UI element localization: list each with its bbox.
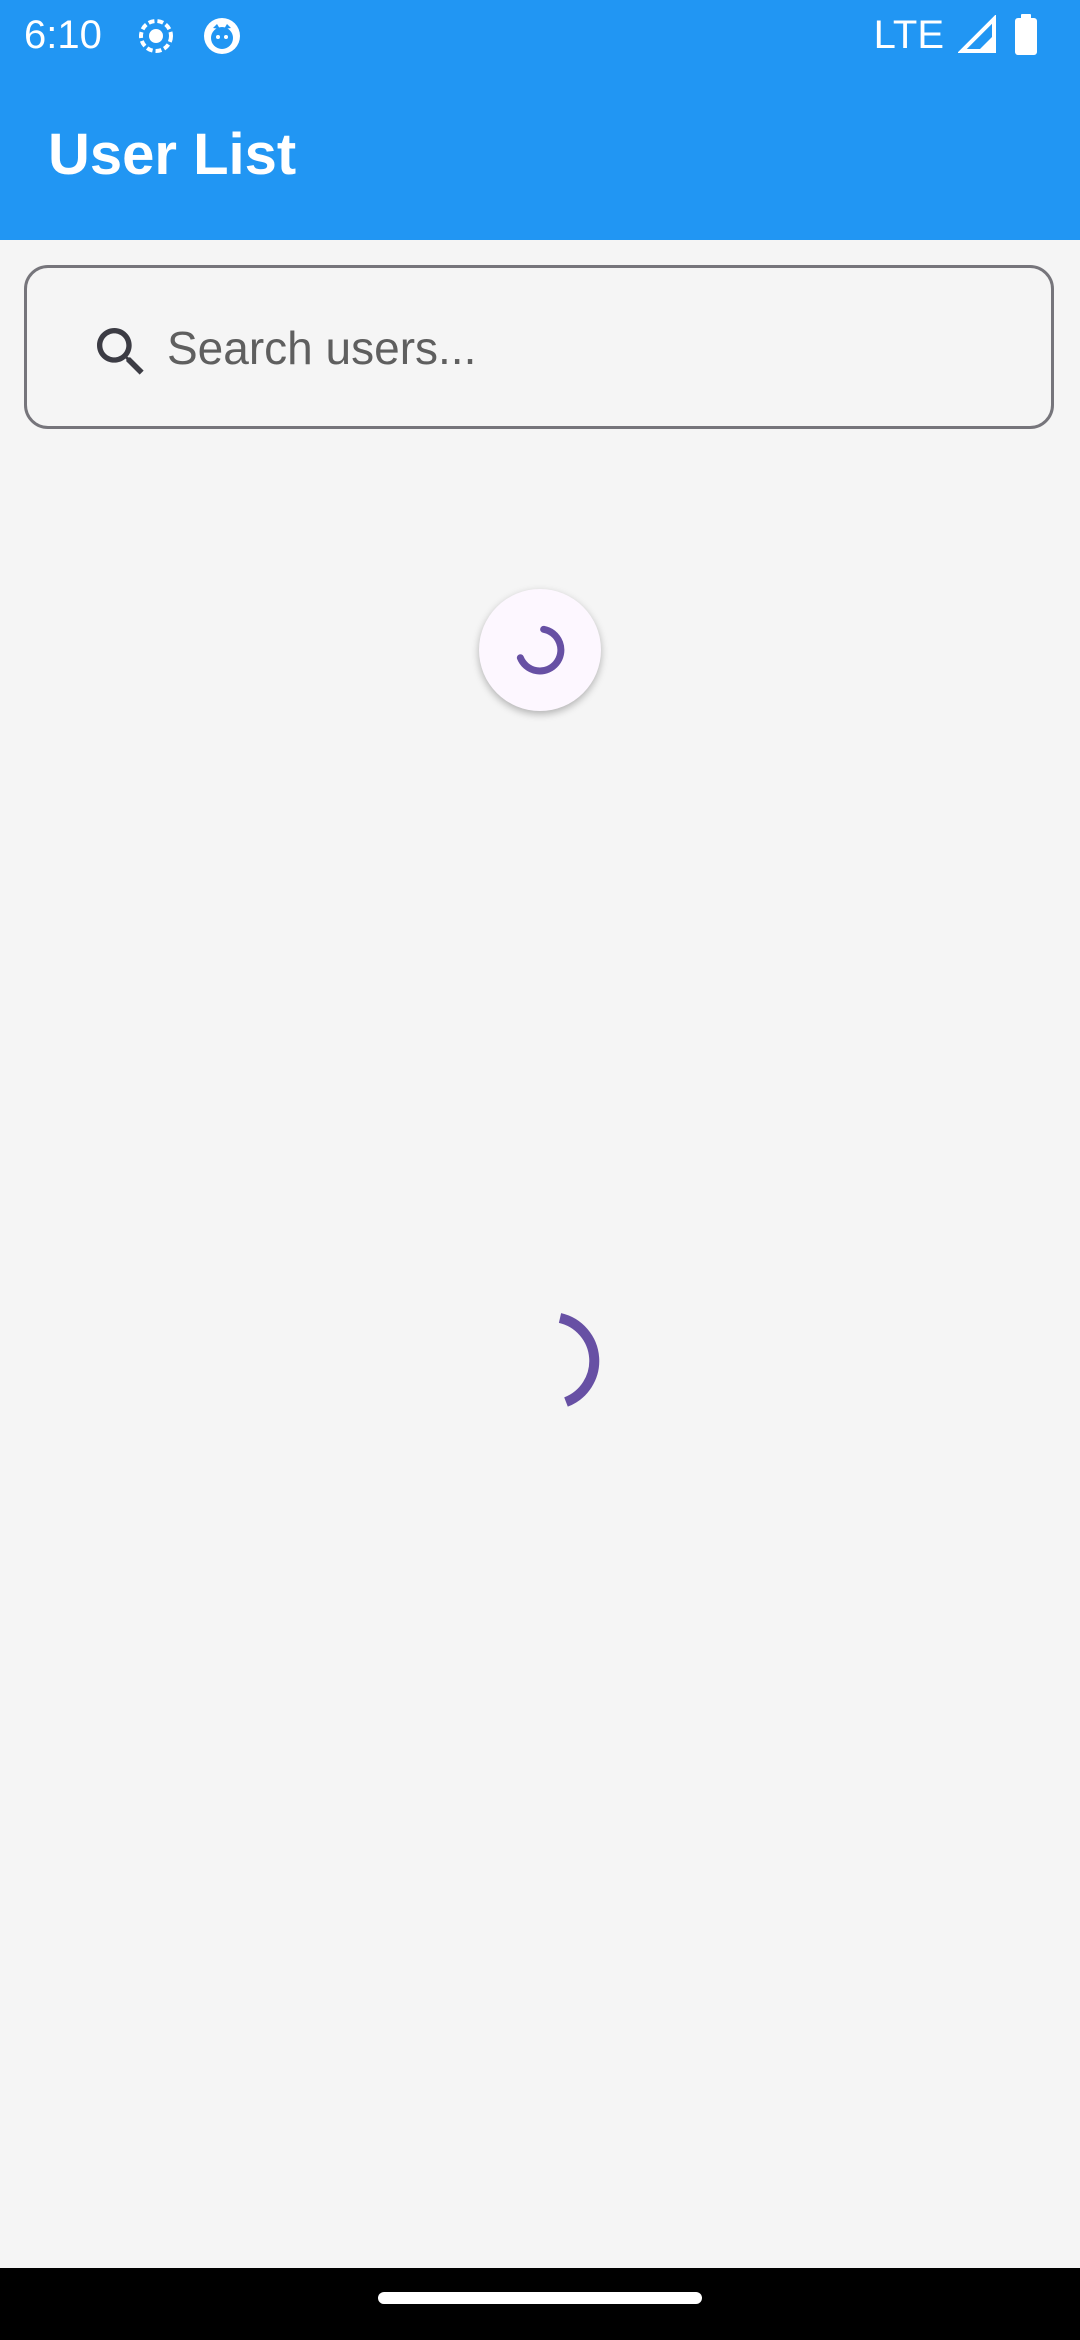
network-type: LTE [873, 13, 944, 57]
search-icon [97, 328, 144, 375]
status-right-group: LTE [874, 10, 1040, 60]
screen-record-icon [139, 19, 173, 53]
refresh-spinner-icon [516, 625, 565, 675]
app-bar: User List [0, 70, 1080, 240]
notification-app-icon [204, 18, 240, 54]
status-bar: 6:10 LTE [0, 0, 1080, 70]
status-time: 6:10 [24, 13, 102, 57]
battery-icon [1015, 14, 1037, 55]
page-title: User List [48, 122, 297, 187]
search-input[interactable] [167, 308, 1027, 388]
system-navigation-bar [0, 2268, 1080, 2340]
home-gesture-handle[interactable] [378, 2292, 702, 2304]
loading-spinner-icon [558, 1313, 600, 1407]
pull-to-refresh-indicator [479, 589, 601, 711]
search-field[interactable] [24, 265, 1054, 429]
signal-icon [958, 15, 996, 53]
